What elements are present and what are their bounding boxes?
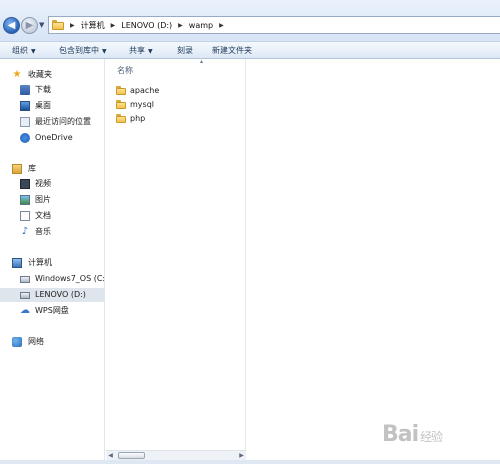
share-label: 共享 <box>129 46 145 55</box>
breadcrumb-separator-icon[interactable]: ▶ <box>111 22 116 29</box>
command-bar: 组织 ▼ 包含到库中 ▼ 共享 ▼ 刻录 新建文件夹 <box>0 41 500 59</box>
folder-icon <box>116 114 126 123</box>
explorer-window: ◀ ▶ ▼ ▶ 计算机 ▶ LENOVO (D:) ▶ wamp ▶ 组织 ▼ 包… <box>0 0 500 464</box>
empty-area[interactable] <box>246 59 500 460</box>
include-in-library-button[interactable]: 包含到库中 ▼ <box>59 45 107 57</box>
scroll-left-icon[interactable]: ◀ <box>106 451 115 460</box>
star-icon: ★ <box>12 69 22 80</box>
forward-button[interactable]: ▶ <box>21 17 38 34</box>
nav-wps-label: WPS网盘 <box>35 306 69 315</box>
download-icon <box>20 85 30 95</box>
nav-favorites-label: 收藏夹 <box>28 70 52 79</box>
computer-icon <box>12 258 22 268</box>
breadcrumb-wamp[interactable]: wamp <box>189 21 213 30</box>
nav-videos-label: 视频 <box>35 179 51 188</box>
address-bar-row: ◀ ▶ ▼ ▶ 计算机 ▶ LENOVO (D:) ▶ wamp ▶ <box>0 0 500 41</box>
nav-documents-label: 文档 <box>35 211 51 220</box>
forward-arrow-icon: ▶ <box>25 20 34 31</box>
nav-recent-places[interactable]: 最近访问的位置 <box>0 115 104 129</box>
file-name: mysql <box>130 100 154 109</box>
nav-drive-c-label: Windows7_OS (C: <box>35 274 105 283</box>
folder-icon <box>116 100 126 109</box>
share-button[interactable]: 共享 ▼ <box>129 45 153 57</box>
nav-documents[interactable]: 文档 <box>0 209 104 223</box>
drive-icon <box>20 276 30 283</box>
watermark: Bai 经验 <box>382 415 494 455</box>
organize-button[interactable]: 组织 ▼ <box>12 45 36 57</box>
drive-icon <box>20 292 30 299</box>
nav-videos[interactable]: 视频 <box>0 177 104 191</box>
nav-desktop-label: 桌面 <box>35 101 51 110</box>
chevron-down-icon: ▼ <box>31 48 36 55</box>
nav-recent-label: 最近访问的位置 <box>35 117 91 126</box>
burn-label: 刻录 <box>177 46 193 55</box>
file-name: apache <box>130 86 160 95</box>
nav-network-label: 网络 <box>28 337 44 346</box>
nav-downloads-label: 下载 <box>35 85 51 94</box>
nav-drive-d[interactable]: LENOVO (D:) <box>0 288 104 302</box>
chevron-down-icon: ▼ <box>148 48 153 55</box>
back-arrow-icon: ◀ <box>7 20 16 31</box>
nav-pictures-label: 图片 <box>35 195 51 204</box>
watermark-suffix: 经验 <box>420 430 443 444</box>
music-note-icon: ♪ <box>21 226 29 237</box>
nav-network[interactable]: 网络 <box>0 335 104 349</box>
organize-label: 组织 <box>12 46 28 55</box>
column-header-name[interactable]: 名称 ▴ <box>106 58 246 79</box>
breadcrumb-computer[interactable]: 计算机 <box>81 20 105 31</box>
nav-favorites[interactable]: ★ 收藏夹 <box>0 68 104 82</box>
breadcrumb-separator-icon[interactable]: ▶ <box>219 22 224 29</box>
folder-icon <box>52 20 64 30</box>
scroll-right-icon[interactable]: ▶ <box>237 451 246 460</box>
folder-icon <box>116 86 126 95</box>
network-icon <box>12 337 22 347</box>
back-button[interactable]: ◀ <box>3 17 20 34</box>
nav-music-label: 音乐 <box>35 227 51 236</box>
breadcrumb-separator-icon[interactable]: ▶ <box>178 22 183 29</box>
list-item[interactable]: php <box>116 112 145 125</box>
nav-libraries-label: 库 <box>28 164 36 173</box>
include-in-library-label: 包含到库中 <box>59 46 99 55</box>
chevron-down-icon: ▼ <box>102 48 107 55</box>
nav-onedrive-label: OneDrive <box>35 133 73 142</box>
list-item[interactable]: apache <box>116 84 159 97</box>
navigation-pane[interactable]: ★ 收藏夹 下载 桌面 最近访问的位置 OneDrive 库 视频 图片 文档 … <box>0 59 105 460</box>
recent-pages-dropdown-icon[interactable]: ▼ <box>39 21 44 29</box>
desktop-icon <box>20 101 30 111</box>
watermark-text: Bai <box>382 422 419 447</box>
document-icon <box>20 211 30 221</box>
nav-drive-d-label: LENOVO (D:) <box>35 290 86 299</box>
onedrive-icon <box>20 133 30 143</box>
nav-drive-c[interactable]: Windows7_OS (C: <box>0 272 105 286</box>
recent-places-icon <box>20 117 30 127</box>
address-box[interactable]: ▶ 计算机 ▶ LENOVO (D:) ▶ wamp ▶ <box>48 16 500 34</box>
scrollbar-thumb[interactable] <box>118 452 145 459</box>
nav-onedrive[interactable]: OneDrive <box>0 131 104 145</box>
nav-pictures[interactable]: 图片 <box>0 193 104 207</box>
horizontal-scrollbar[interactable]: ◀ ▶ <box>106 450 246 460</box>
file-list[interactable]: 名称 ▴ apache mysql php <box>106 58 246 450</box>
breadcrumb-separator-icon[interactable]: ▶ <box>70 22 75 29</box>
video-icon <box>20 179 30 189</box>
list-item[interactable]: mysql <box>116 98 154 111</box>
nav-libraries[interactable]: 库 <box>0 162 104 176</box>
column-name-label: 名称 <box>117 66 133 75</box>
cloud-icon: ☁ <box>20 305 30 316</box>
nav-desktop[interactable]: 桌面 <box>0 99 104 113</box>
nav-computer[interactable]: 计算机 <box>0 256 104 270</box>
file-name: php <box>130 114 146 123</box>
nav-wps-cloud[interactable]: ☁ WPS网盘 <box>0 304 104 318</box>
window-bottom-edge <box>0 460 500 464</box>
sort-caret-icon: ▴ <box>200 58 204 65</box>
burn-button[interactable]: 刻录 <box>177 45 193 57</box>
nav-downloads[interactable]: 下载 <box>0 83 104 97</box>
new-folder-label: 新建文件夹 <box>212 46 252 55</box>
picture-icon <box>20 195 30 205</box>
nav-music[interactable]: ♪ 音乐 <box>0 225 104 239</box>
nav-computer-label: 计算机 <box>28 258 52 267</box>
library-icon <box>12 164 22 174</box>
breadcrumb-drive-d[interactable]: LENOVO (D:) <box>121 21 172 30</box>
new-folder-button[interactable]: 新建文件夹 <box>212 45 252 57</box>
